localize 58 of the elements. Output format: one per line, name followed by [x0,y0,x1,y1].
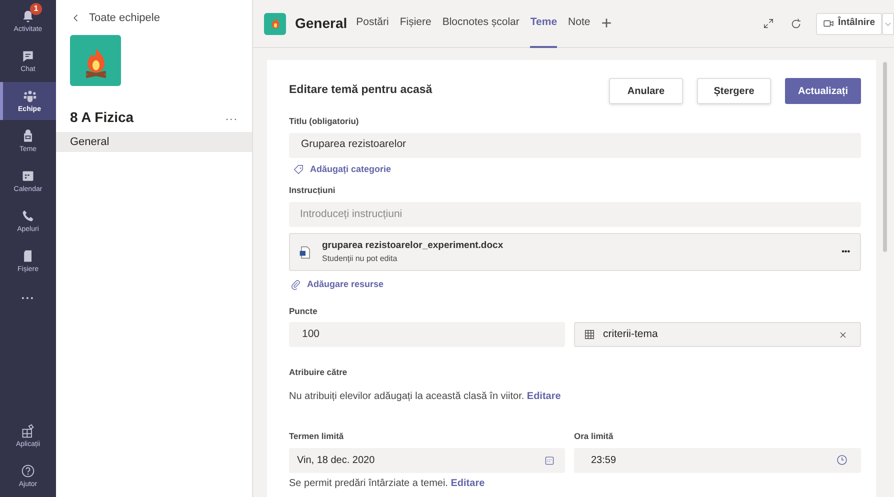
refresh-icon [790,18,802,30]
channel-item[interactable]: General [56,132,252,152]
form-title: Editare temă pentru acasă [289,83,432,98]
edit-link[interactable]: Editare [450,478,485,489]
tag-icon [293,164,304,175]
field-label: Titlu (obligatoriu) [289,115,360,128]
calendar-icon [21,168,35,182]
team-name: 8 A Fizica [70,108,134,126]
add-resources-link[interactable]: Adăugare resurse [290,278,384,292]
calendar-icon [544,454,555,466]
dropdown-button[interactable] [882,12,894,34]
back-link[interactable]: Toate echipele [56,4,252,32]
scrollbar-thumb[interactable] [882,62,886,252]
title-input-field[interactable]: Gruparea rezistoarelor [289,132,861,158]
edit-link[interactable]: Editare [526,391,561,402]
close-icon [839,330,847,339]
assign-text: Nu atribuiți elevilor adăugați la această clasă în viitor. Editare [289,390,562,404]
clock-icon [836,454,848,466]
word-document-icon [299,246,312,258]
bell-icon [21,8,35,22]
rubric-field[interactable]: criterii-tema [574,322,861,348]
apps-icon [21,424,35,438]
channel-title: General [295,14,348,33]
expand-icon [763,18,774,29]
help-icon [21,464,35,478]
file-permission-text: Studenții nu pot edita [322,253,398,266]
meet-button[interactable]: Întâlnire [816,12,882,34]
field-label: Termen limită [289,430,345,443]
notification-badge: 1 [30,3,42,15]
field-label: Puncte [289,304,318,318]
teams-icon [22,88,36,102]
bag-icon [21,128,35,142]
field-label: Ora limită [574,430,614,443]
due-date-field[interactable]: Vin, 18 dec. 2020 [289,448,565,473]
form-button[interactable]: Actualizați [785,78,861,104]
add-tab-button[interactable]: + [601,10,612,37]
more-options-button[interactable]: ••• [842,246,850,258]
more-apps-button[interactable]: ... [0,286,56,304]
paperclip-icon [290,279,301,290]
channel-tab[interactable]: Teme [530,0,558,48]
grid-icon [584,329,595,340]
phone-icon [21,208,35,222]
channel-tab[interactable]: Blocnotes școlar [442,0,520,48]
points-input-field[interactable]: 100 [289,322,565,348]
video-camera-icon [823,18,834,29]
channel-tab[interactable]: Note [568,0,590,48]
file-name[interactable]: gruparea rezistoarelor_experiment.docx [322,238,504,254]
field-label: Atribuire către [289,366,348,379]
form-button[interactable]: Ștergere [697,78,771,104]
late-submission-text: Se permit predări întârziate a temei. Editare [289,476,486,491]
channel-tab[interactable]: Postări [356,0,389,48]
due-time-field[interactable]: 23:59 [574,448,861,473]
more-options-button[interactable]: ... [226,108,238,126]
add-category-link[interactable]: Adăugați categorie [293,162,392,176]
channel-tab[interactable]: Fișiere [400,0,432,48]
chat-icon [21,48,35,62]
field-label: Instrucțiuni [289,184,336,197]
form-button[interactable]: Anulare [609,78,683,104]
